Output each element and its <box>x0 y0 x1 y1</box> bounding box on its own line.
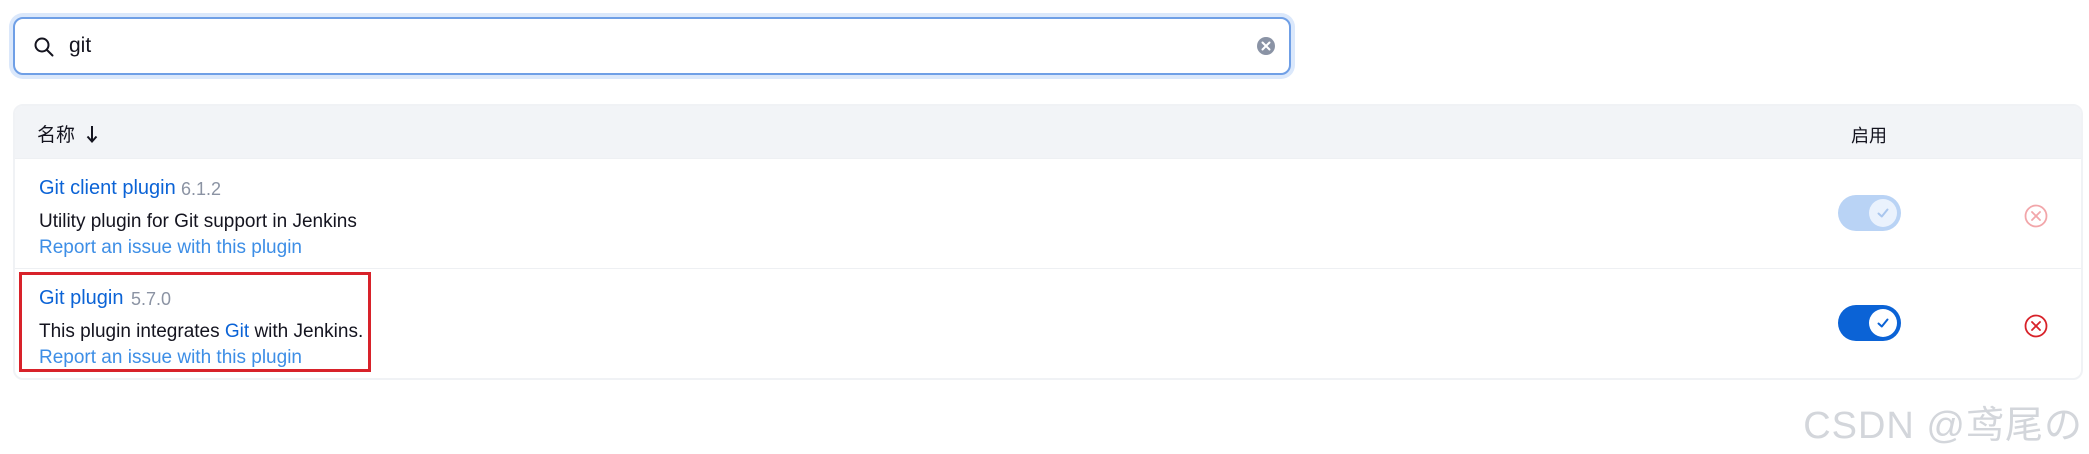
enable-toggle[interactable] <box>1838 195 1901 231</box>
column-header-name[interactable]: 名称 <box>37 120 99 147</box>
clear-icon[interactable] <box>1255 35 1277 57</box>
search-icon <box>34 37 54 57</box>
watermark: CSDN @鸢尾の <box>1803 405 2083 447</box>
toggle-knob <box>1869 309 1897 337</box>
plugin-manager-page: 名称 启用 Git client plugin 6.1.2 Utility pl… <box>0 0 2089 454</box>
search-input[interactable] <box>69 29 1229 63</box>
plugin-version: 6.1.2 <box>181 179 222 199</box>
toggle-knob <box>1869 199 1897 227</box>
search-box[interactable] <box>13 17 1291 75</box>
check-icon <box>1877 208 1889 218</box>
highlight-annotation <box>19 272 371 372</box>
check-icon <box>1877 318 1889 328</box>
close-circle-icon[interactable] <box>2023 313 2049 339</box>
plugin-description: Utility plugin for Git support in Jenkin… <box>39 211 357 232</box>
table-row: Git client plugin 6.1.2 Utility plugin f… <box>15 158 2081 266</box>
column-header-name-label: 名称 <box>37 125 76 146</box>
enable-toggle[interactable] <box>1838 305 1901 341</box>
arrow-down-icon <box>86 125 98 143</box>
plugin-name-link[interactable]: Git client plugin <box>39 177 176 200</box>
table-header: 名称 启用 <box>15 106 2081 158</box>
close-circle-icon[interactable] <box>2023 203 2049 229</box>
report-issue-link[interactable]: Report an issue with this plugin <box>39 237 302 259</box>
column-header-enabled: 启用 <box>1851 126 1887 146</box>
